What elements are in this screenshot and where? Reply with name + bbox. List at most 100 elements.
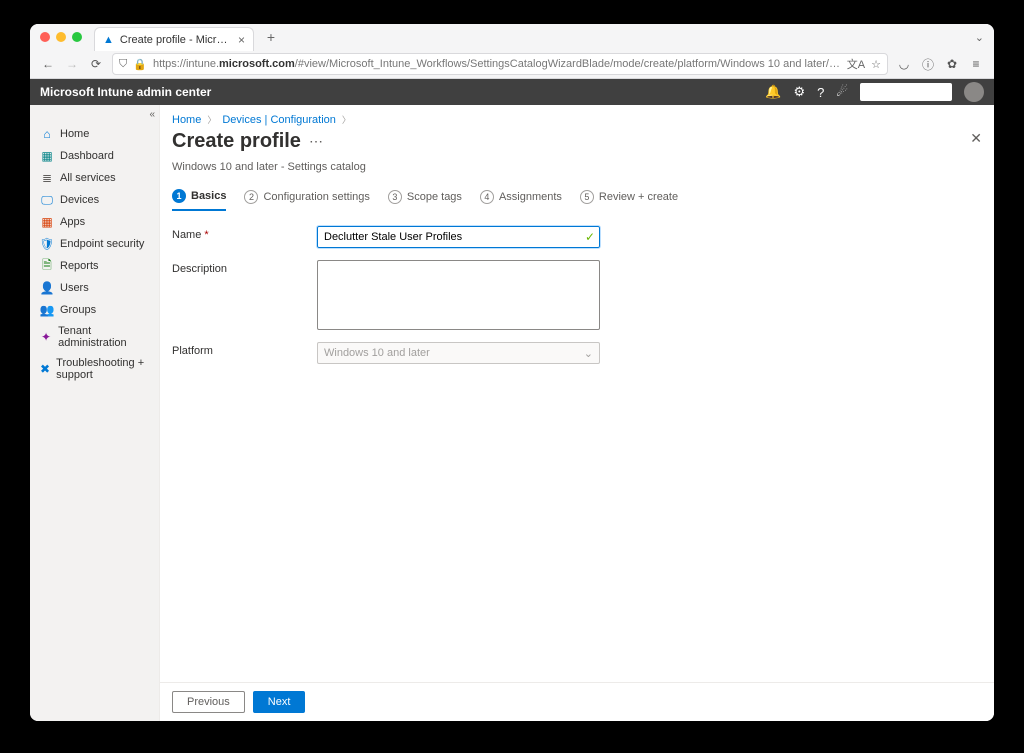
url-text: https://intune.microsoft.com/#view/Micro… bbox=[153, 58, 841, 70]
page-subtitle: Windows 10 and later - Settings catalog bbox=[160, 161, 994, 183]
sidebar-item-groups[interactable]: 👥Groups bbox=[30, 299, 159, 321]
sidebar-item-label: Tenant administration bbox=[58, 325, 149, 349]
apps-icon: ▦ bbox=[40, 215, 54, 229]
sidebar-item-label: Endpoint security bbox=[60, 238, 144, 250]
sidebar-item-label: Home bbox=[60, 128, 89, 140]
step-label: Assignments bbox=[499, 191, 562, 203]
endpoint-icon: 🛡 bbox=[40, 237, 54, 251]
breadcrumb: Home 〉 Devices | Configuration 〉 bbox=[160, 105, 994, 130]
sidebar-item-reports[interactable]: 🗎 Reports bbox=[30, 255, 159, 277]
app-title: Microsoft Intune admin center bbox=[40, 85, 765, 99]
minimize-window-icon[interactable] bbox=[56, 32, 66, 42]
home-icon: ⌂ bbox=[40, 127, 54, 141]
tabs-dropdown-icon[interactable]: ⌄ bbox=[975, 31, 984, 44]
sidebar-item-label: Dashboard bbox=[60, 150, 114, 162]
sidebar-item-label: Users bbox=[60, 282, 89, 294]
sidebar-item-endpoint[interactable]: 🛡 Endpoint security bbox=[30, 233, 159, 255]
notifications-icon[interactable]: 🔔 bbox=[765, 84, 781, 100]
wizard-footer: Previous Next bbox=[160, 682, 994, 721]
devices-icon: 🖵 bbox=[40, 193, 54, 207]
step-label: Scope tags bbox=[407, 191, 462, 203]
pocket-icon[interactable]: ◡ bbox=[896, 57, 912, 71]
close-window-icon[interactable] bbox=[40, 32, 50, 42]
browser-chrome: ▲ Create profile - Microsoft Intun… × + … bbox=[30, 24, 994, 79]
wizard-step-2: 2 Configuration settings bbox=[244, 189, 369, 211]
sidebar-item-dashboard[interactable]: ▦ Dashboard bbox=[30, 145, 159, 167]
help-icon[interactable]: ? bbox=[817, 85, 824, 100]
maximize-window-icon[interactable] bbox=[72, 32, 82, 42]
next-button[interactable]: Next bbox=[253, 691, 306, 713]
header-search[interactable] bbox=[860, 83, 952, 101]
sidebar-item-services[interactable]: ≣ All services bbox=[30, 167, 159, 189]
app-header: Microsoft Intune admin center 🔔 ⚙ ? ☄ bbox=[30, 79, 994, 105]
step-number-icon: 1 bbox=[172, 189, 186, 203]
services-icon: ≣ bbox=[40, 171, 54, 185]
wizard-steps: 1 Basics 2 Configuration settings 3 Scope tag… bbox=[160, 183, 994, 212]
sidebar-item-tenant[interactable]: ✦ Tenant administration bbox=[30, 321, 159, 353]
step-label: Review + create bbox=[599, 191, 678, 203]
sidebar-item-label: Reports bbox=[60, 260, 99, 272]
wizard-step-1[interactable]: 1 Basics bbox=[172, 189, 226, 211]
platform-select: Windows 10 and later ⌄ bbox=[317, 342, 600, 364]
address-bar[interactable]: ⛉ 🔒 https://intune.microsoft.com/#view/M… bbox=[112, 53, 888, 75]
previous-button[interactable]: Previous bbox=[172, 691, 245, 713]
reload-button[interactable]: ⟳ bbox=[88, 57, 104, 71]
page-title: Create profile bbox=[172, 130, 301, 153]
step-number-icon: 3 bbox=[388, 190, 402, 204]
troubleshoot-icon: ✖ bbox=[40, 362, 50, 376]
chevron-right-icon: 〉 bbox=[207, 113, 216, 126]
users-icon: 👤 bbox=[40, 281, 54, 295]
more-actions-icon[interactable]: ⋯ bbox=[309, 133, 323, 150]
step-label: Basics bbox=[191, 190, 226, 202]
feedback-icon[interactable]: ☄ bbox=[836, 84, 848, 100]
sidebar-item-devices[interactable]: 🖵 Devices bbox=[30, 189, 159, 211]
description-input[interactable] bbox=[317, 260, 600, 330]
sidebar-item-home[interactable]: ⌂ Home bbox=[30, 123, 159, 145]
sidebar-item-label: Apps bbox=[60, 216, 85, 228]
step-label: Configuration settings bbox=[263, 191, 369, 203]
chevron-right-icon: 〉 bbox=[342, 113, 351, 126]
back-button[interactable]: ← bbox=[40, 57, 56, 71]
browser-tab[interactable]: ▲ Create profile - Microsoft Intun… × bbox=[94, 27, 254, 51]
sidebar-item-apps[interactable]: ▦ Apps bbox=[30, 211, 159, 233]
tab-close-icon[interactable]: × bbox=[238, 33, 245, 47]
account-icon[interactable]: ⓘ bbox=[920, 56, 936, 73]
window-controls bbox=[40, 32, 82, 42]
new-tab-button[interactable]: + bbox=[262, 29, 280, 45]
dashboard-icon: ▦ bbox=[40, 149, 54, 163]
platform-label: Platform bbox=[172, 342, 317, 357]
tenant-icon: ✦ bbox=[40, 330, 52, 344]
wizard-step-5: 5 Review + create bbox=[580, 189, 678, 211]
sidebar-item-users[interactable]: 👤 Users bbox=[30, 277, 159, 299]
lock-icon: 🔒 bbox=[133, 58, 147, 71]
breadcrumb-config[interactable]: Devices | Configuration bbox=[222, 114, 336, 126]
validation-check-icon: ✓ bbox=[585, 230, 595, 244]
breadcrumb-home[interactable]: Home bbox=[172, 114, 201, 126]
sidebar: « ⌂ Home ▦ Dashboard ≣ All services 🖵 Devices ▦ A… bbox=[30, 105, 160, 721]
description-label: Description bbox=[172, 260, 317, 275]
sidebar-item-label: All services bbox=[60, 172, 116, 184]
platform-value: Windows 10 and later bbox=[324, 347, 430, 359]
menu-icon[interactable]: ≡ bbox=[968, 57, 984, 71]
reports-icon: 🗎 bbox=[40, 259, 54, 273]
name-label: Name * bbox=[172, 226, 317, 241]
main-content: Home 〉 Devices | Configuration 〉 Create … bbox=[160, 105, 994, 721]
bookmark-star-icon[interactable]: ☆ bbox=[871, 58, 881, 71]
step-number-icon: 2 bbox=[244, 190, 258, 204]
translate-icon[interactable]: 文A bbox=[847, 56, 865, 72]
groups-icon: 👥 bbox=[40, 303, 54, 317]
settings-gear-icon[interactable]: ⚙ bbox=[793, 84, 805, 100]
forward-button[interactable]: → bbox=[64, 57, 80, 71]
wizard-step-3: 3 Scope tags bbox=[388, 189, 462, 211]
sidebar-item-troubleshoot[interactable]: ✖Troubleshooting + support bbox=[30, 353, 159, 385]
step-number-icon: 5 bbox=[580, 190, 594, 204]
sidebar-collapse-icon[interactable]: « bbox=[149, 109, 155, 120]
close-blade-icon[interactable]: ✕ bbox=[970, 130, 982, 147]
avatar[interactable] bbox=[964, 82, 984, 102]
sidebar-item-label: Devices bbox=[60, 194, 99, 206]
extensions-icon[interactable]: ✿ bbox=[944, 57, 960, 71]
azure-favicon-icon: ▲ bbox=[103, 34, 114, 46]
name-input[interactable] bbox=[317, 226, 600, 248]
tab-title: Create profile - Microsoft Intun… bbox=[120, 34, 228, 46]
shield-icon: ⛉ bbox=[119, 58, 127, 71]
